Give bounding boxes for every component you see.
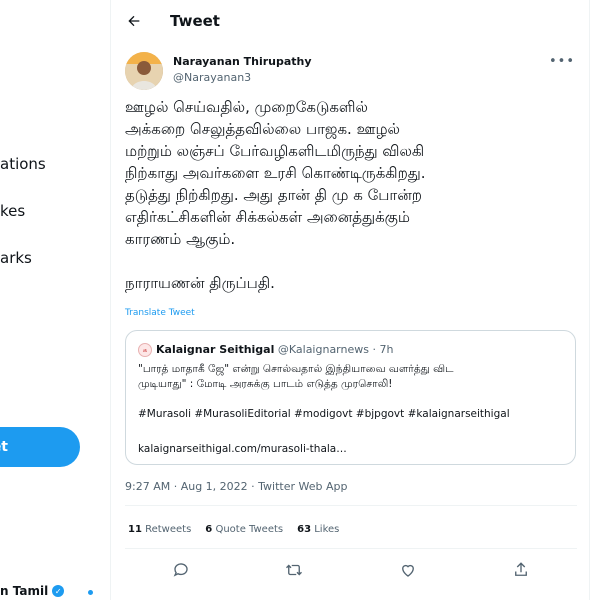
more-icon[interactable]: ••• bbox=[549, 54, 575, 69]
author-name[interactable]: Narayanan Thirupathy bbox=[173, 55, 312, 68]
tweet-timestamp[interactable]: 9:27 AM · Aug 1, 2022 · Twitter Web App bbox=[125, 480, 348, 493]
account-switcher[interactable]: n Tamil ✓ bbox=[0, 584, 65, 598]
quote-link: kalaignarseithigal.com/murasoli-thala… bbox=[138, 443, 347, 455]
tweet-button[interactable]: et bbox=[0, 427, 80, 467]
main-column: Tweet Narayanan Thirupathy @Narayanan3 •… bbox=[110, 0, 590, 600]
quotes-count: 6 bbox=[205, 524, 213, 535]
share-icon[interactable] bbox=[509, 558, 533, 582]
retweets-label: Retweets bbox=[145, 524, 192, 535]
likes-count: 63 bbox=[297, 524, 312, 535]
likes-label: Likes bbox=[314, 524, 340, 535]
quote-hashtags: #Murasoli #MurasoliEditorial #modigovt #… bbox=[138, 408, 510, 420]
quoted-tweet[interactable]: க Kalaignar Seithigal @Kalaignarnews · 7… bbox=[125, 330, 576, 465]
tweet-text: ஊழல் செய்வதில், முறைகேடுகளில் அக்கறை செல… bbox=[125, 98, 426, 292]
left-sidebar: ations kes arks et n Tamil ✓ bbox=[0, 0, 110, 600]
quote-author-name: Kalaignar Seithigal bbox=[156, 343, 275, 356]
action-bar bbox=[111, 558, 589, 582]
verified-icon: ✓ bbox=[52, 585, 65, 597]
tweet-button-label: et bbox=[0, 439, 8, 455]
author-handle[interactable]: @Narayanan3 bbox=[173, 71, 251, 84]
page-title: Tweet bbox=[170, 12, 220, 30]
translate-tweet-link[interactable]: Translate Tweet bbox=[125, 308, 195, 318]
quote-avatar: க bbox=[138, 343, 152, 357]
back-arrow-icon[interactable] bbox=[123, 10, 145, 32]
retweet-icon[interactable] bbox=[282, 558, 306, 582]
notification-dot bbox=[88, 590, 93, 595]
divider bbox=[125, 505, 577, 506]
author-avatar[interactable] bbox=[125, 52, 163, 90]
reply-icon[interactable] bbox=[169, 558, 193, 582]
retweets-stat[interactable]: 11 Retweets bbox=[128, 524, 191, 535]
account-name: n Tamil bbox=[0, 584, 49, 598]
quote-time: · 7h bbox=[372, 343, 394, 356]
sidebar-item-notifications[interactable]: ations bbox=[0, 155, 46, 173]
sidebar-item-likes[interactable]: kes bbox=[0, 202, 25, 220]
quote-header: Kalaignar Seithigal @Kalaignarnews · 7h bbox=[156, 343, 393, 356]
divider bbox=[125, 548, 577, 549]
like-icon[interactable] bbox=[396, 558, 420, 582]
sidebar-item-bookmarks[interactable]: arks bbox=[0, 249, 32, 267]
page-header: Tweet bbox=[111, 0, 589, 42]
quote-author-handle: @Kalaignarnews bbox=[277, 343, 369, 356]
quotes-label: Quote Tweets bbox=[215, 524, 284, 535]
likes-stat[interactable]: 63 Likes bbox=[297, 524, 339, 535]
quotes-stat[interactable]: 6 Quote Tweets bbox=[205, 524, 283, 535]
tweet-stats: 11 Retweets 6 Quote Tweets 63 Likes bbox=[128, 524, 339, 535]
retweets-count: 11 bbox=[128, 524, 142, 535]
quote-text: "பாரத் மாதாகீ ஜே" என்று சொல்வதால் இந்திய… bbox=[138, 363, 454, 390]
